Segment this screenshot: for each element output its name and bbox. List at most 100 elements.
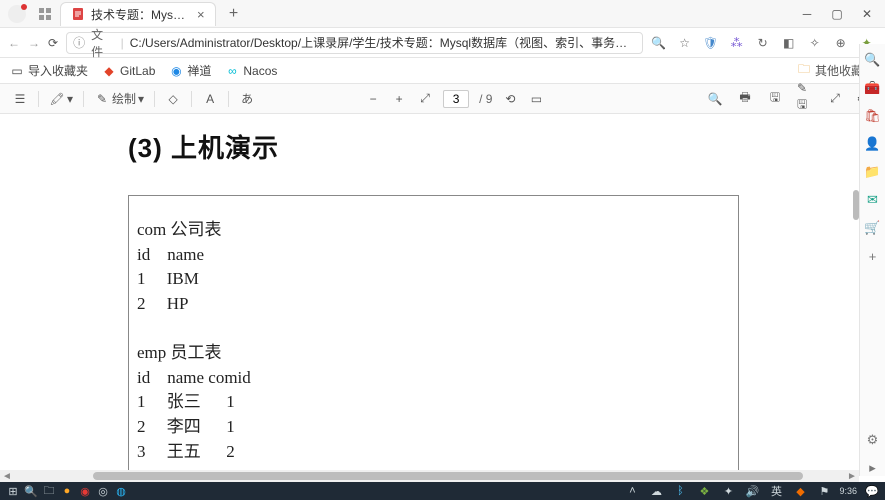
sidebar-cart-icon[interactable]: 🛒 [865, 220, 881, 236]
pdf-translate-icon[interactable]: あ [239, 91, 255, 107]
pdf-page-input[interactable] [443, 90, 469, 108]
chevron-down-icon: ▾ [138, 92, 144, 106]
sidebar-user-icon[interactable]: 👤 [865, 136, 881, 152]
workspaces-icon[interactable] [36, 5, 54, 23]
scroll-left-arrow[interactable]: ◄ [0, 471, 14, 482]
pdf-save-icon[interactable]: 🖫 [767, 91, 783, 107]
system-tray: ˄ ☁ ᛒ ❖ ✦ 🔊 英 ◆ ⚑ 9:36 💬 [623, 484, 881, 498]
zoom-icon[interactable]: 🔍 [651, 35, 667, 51]
split-screen-icon[interactable]: ◧ [781, 35, 797, 51]
sidebar-shopping-icon[interactable]: 🛍 [865, 108, 881, 124]
tab-title: 技术专题：Mysql数据库（视图... [91, 6, 191, 23]
bookmark-nacos[interactable]: ∞ Nacos [225, 64, 277, 78]
window-maximize-button[interactable]: ▢ [829, 7, 845, 21]
sidebar-collections-icon[interactable]: 📁 [865, 164, 881, 180]
copilot-icon[interactable]: ⁂ [729, 35, 745, 51]
tray-volume-icon[interactable]: 🔊 [743, 484, 761, 498]
tray-app-icon[interactable]: ◆ [791, 484, 809, 498]
tray-qq-icon[interactable]: ✦ [719, 484, 737, 498]
scroll-right-arrow[interactable]: ► [845, 471, 859, 482]
favorites-hub-icon[interactable]: ✧ [807, 35, 823, 51]
url-scheme-label: 文件 [91, 26, 114, 60]
pdf-zoom-in-icon[interactable]: + [391, 91, 407, 107]
pdf-fit-width-icon[interactable]: ⤢ [417, 91, 433, 107]
pdf-draw-dropdown[interactable]: ✎ 绘制 ▾ [94, 90, 144, 107]
url-field[interactable]: ⓘ 文件 | C:/Users/Administrator/Desktop/上课… [66, 32, 643, 54]
pdf-view-mode-icon[interactable]: ▭ [528, 91, 544, 107]
tray-bluetooth-icon[interactable]: ᛒ [671, 484, 689, 498]
taskbar-record-icon[interactable]: ◉ [76, 484, 94, 498]
clock-time: 9:36 [839, 487, 857, 496]
pdf-save-as-icon[interactable]: ✎🖫 [797, 91, 813, 107]
site-info-icon[interactable]: ⓘ [73, 34, 85, 51]
pen-icon: ✎ [94, 91, 110, 107]
tray-up-icon[interactable]: ˄ [623, 484, 641, 498]
sidebar-tools-icon[interactable]: 🧰 [865, 80, 881, 96]
taskbar-app-icon[interactable]: ● [58, 484, 76, 498]
import-icon: ▭ [10, 64, 24, 78]
horizontal-scrollbar[interactable]: ◄ ► [0, 470, 859, 482]
tab-close-icon[interactable]: × [197, 7, 205, 22]
pdf-search-icon[interactable]: 🔍 [707, 91, 723, 107]
taskbar-search-icon[interactable]: 🔍 [22, 484, 40, 498]
pdf-fullscreen-icon[interactable]: ⤢ [827, 91, 843, 107]
highlight-icon: 🖍 [49, 91, 65, 107]
window-minimize-button[interactable]: ─ [799, 7, 815, 21]
com-row: 2 HP [137, 292, 730, 317]
nacos-icon: ∞ [225, 64, 239, 78]
scroll-thumb[interactable] [93, 472, 803, 480]
pdf-print-icon[interactable]: 🖶 [737, 91, 753, 107]
bookmark-nacos-label: Nacos [243, 64, 277, 78]
tray-security-icon[interactable]: ⚑ [815, 484, 833, 498]
new-tab-button[interactable]: + [224, 5, 244, 23]
pdf-text-tool-icon[interactable]: A [202, 91, 218, 107]
taskbar-edge-icon[interactable]: ◍ [112, 484, 130, 498]
bookmark-gitlab[interactable]: ◆ GitLab [102, 64, 155, 78]
start-button[interactable]: ⊞ [4, 484, 22, 498]
favorite-star-icon[interactable]: ☆ [677, 35, 693, 51]
refresh-alt-icon[interactable]: ↻ [755, 35, 771, 51]
tray-notifications-icon[interactable]: 💬 [863, 484, 881, 498]
pdf-content-area[interactable]: (3) 上机演示 com 公司表 id name 1 IBM 2 HP emp … [0, 114, 859, 476]
gitlab-icon: ◆ [102, 64, 116, 78]
sidebar-search-icon[interactable]: 🔍 [865, 52, 881, 68]
taskbar-explorer-icon[interactable]: 🗀 [40, 484, 58, 498]
emp-row: 3 王五 2 [137, 440, 730, 465]
emp-row: 2 李四 1 [137, 415, 730, 440]
sidebar-settings-icon[interactable]: ⚙ [865, 432, 881, 448]
sidebar-add-icon[interactable]: + [865, 248, 881, 264]
window-close-button[interactable]: ✕ [859, 7, 875, 21]
collections-icon[interactable]: ⊕ [833, 35, 849, 51]
nav-refresh-button[interactable]: ⟳ [48, 33, 58, 53]
chevron-down-icon: ▾ [67, 92, 73, 106]
com-title: com 公司表 [137, 218, 730, 243]
url-path: C:/Users/Administrator/Desktop/上课录屏/学生/技… [130, 34, 636, 51]
sidebar-outlook-icon[interactable]: ✉ [865, 192, 881, 208]
bookmarks-bar: ▭ 导入收藏夹 ◆ GitLab ◉ 禅道 ∞ Nacos 🗀 其他收藏夹 [0, 58, 885, 84]
tray-ime-label[interactable]: 英 [767, 484, 785, 498]
pdf-highlight-dropdown[interactable]: 🖍▾ [49, 91, 73, 107]
tray-cloud-icon[interactable]: ☁ [647, 484, 665, 498]
blank-line [137, 317, 730, 342]
profile-avatar[interactable] [8, 5, 26, 23]
bookmark-import[interactable]: ▭ 导入收藏夹 [10, 62, 88, 79]
pdf-erase-icon[interactable]: ◇ [165, 91, 181, 107]
pdf-draw-label: 绘制 [112, 90, 136, 107]
taskbar-clock[interactable]: 9:36 [839, 487, 857, 496]
pdf-rotate-icon[interactable]: ⟲ [502, 91, 518, 107]
bookmark-zentao[interactable]: ◉ 禅道 [169, 62, 211, 79]
bookmark-gitlab-label: GitLab [120, 64, 155, 78]
browser-titlebar: 技术专题：Mysql数据库（视图... × + ─ ▢ ✕ [0, 0, 885, 28]
browser-tab[interactable]: 技术专题：Mysql数据库（视图... × [60, 2, 216, 26]
taskbar-chrome-icon[interactable]: ◎ [94, 484, 112, 498]
pdf-zoom-out-icon[interactable]: − [365, 91, 381, 107]
sidebar-hide-icon[interactable]: ▸ [865, 460, 881, 476]
nav-back-button[interactable]: ← [8, 33, 20, 53]
url-separator: | [121, 36, 124, 50]
emp-header: id name comid [137, 366, 730, 391]
tray-wechat-icon[interactable]: ❖ [695, 484, 713, 498]
pdf-contents-icon[interactable]: ☰ [12, 91, 28, 107]
com-header: id name [137, 243, 730, 268]
tracking-shield-icon[interactable]: 🛡 [703, 35, 719, 51]
bookmark-zentao-label: 禅道 [187, 62, 211, 79]
